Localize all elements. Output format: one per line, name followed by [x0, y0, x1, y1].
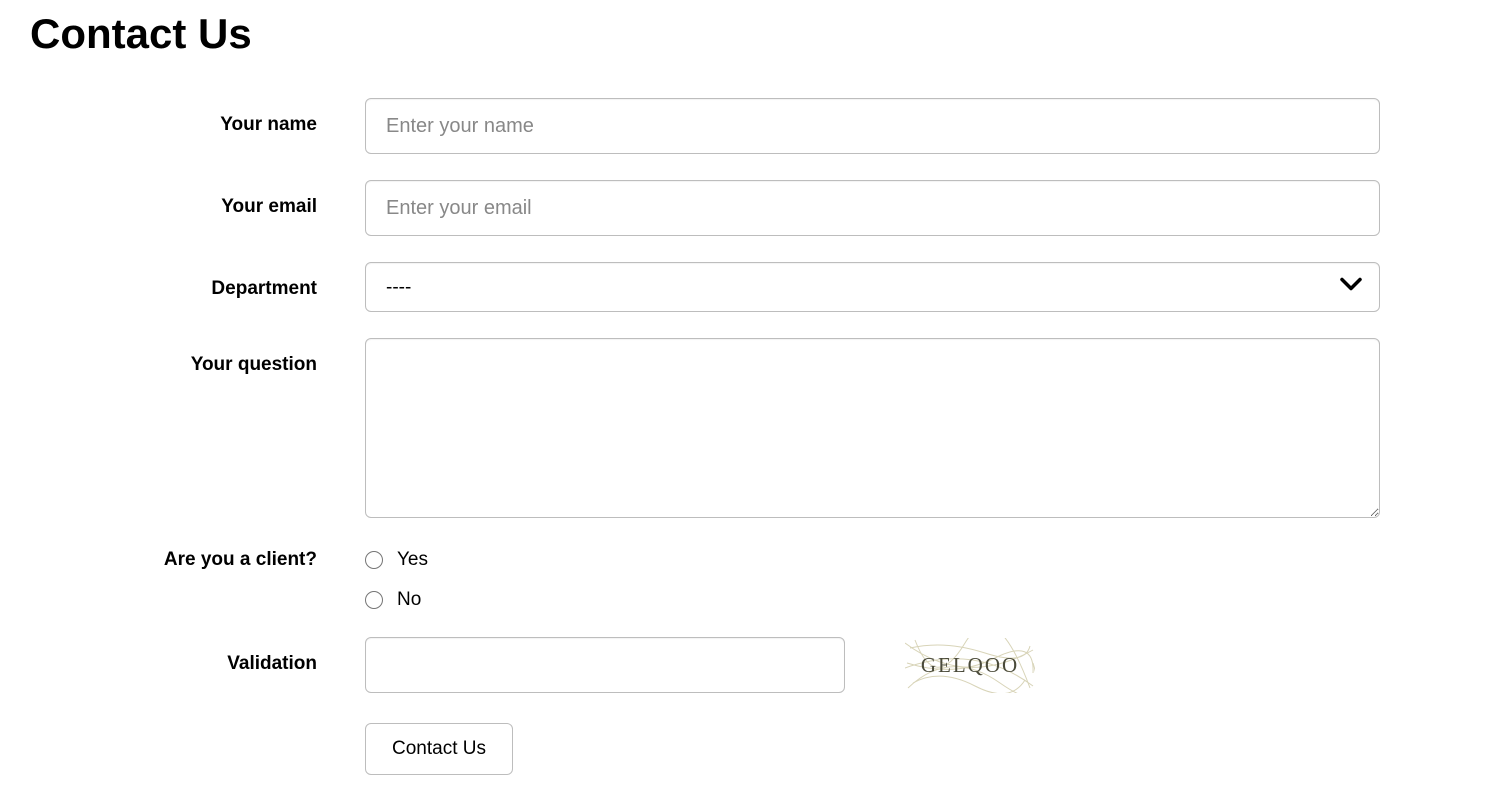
question-textarea[interactable] [365, 338, 1380, 518]
client-label: Are you a client? [30, 549, 365, 571]
client-radio-no-label: No [397, 589, 421, 611]
question-row: Your question [30, 338, 1466, 523]
department-label: Department [30, 262, 365, 300]
name-row: Your name [30, 98, 1466, 154]
validation-row: Validation GELQOO [30, 637, 1466, 693]
client-row: Are you a client? Yes No [30, 549, 1466, 611]
contact-form: Your name Your email Department ---- You… [30, 98, 1466, 775]
department-select[interactable]: ---- [365, 262, 1380, 312]
question-label: Your question [30, 338, 365, 376]
client-option-no[interactable]: No [365, 589, 1380, 611]
email-row: Your email [30, 180, 1466, 236]
client-option-yes[interactable]: Yes [365, 549, 1380, 571]
validation-input[interactable] [365, 637, 845, 693]
email-label: Your email [30, 180, 365, 218]
submit-row: Contact Us [30, 723, 1466, 775]
client-radio-no[interactable] [365, 591, 383, 609]
page-title: Contact Us [30, 10, 1466, 58]
captcha-image: GELQOO [905, 638, 1035, 693]
client-radio-yes-label: Yes [397, 549, 428, 571]
name-input[interactable] [365, 98, 1380, 154]
captcha-text: GELQOO [921, 653, 1019, 678]
name-label: Your name [30, 98, 365, 136]
department-row: Department ---- [30, 262, 1466, 312]
client-radio-yes[interactable] [365, 551, 383, 569]
email-input[interactable] [365, 180, 1380, 236]
submit-button[interactable]: Contact Us [365, 723, 513, 775]
validation-label: Validation [30, 637, 365, 675]
client-radio-group: Yes No [365, 549, 1380, 611]
